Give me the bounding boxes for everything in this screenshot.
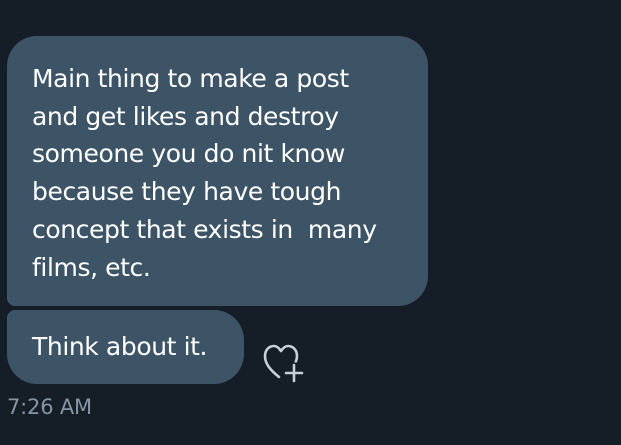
add-reaction-heart-icon[interactable]: [263, 339, 305, 383]
message-bubble[interactable]: Main thing to make a post and get likes …: [7, 36, 428, 306]
message-text: Main thing to make a post and get likes …: [32, 64, 377, 282]
message-text: Think about it.: [32, 332, 208, 361]
message-bubble[interactable]: Think about it.: [7, 310, 244, 384]
heart-plus-icon: [263, 344, 304, 383]
message-timestamp: 7:26 AM: [7, 395, 92, 419]
